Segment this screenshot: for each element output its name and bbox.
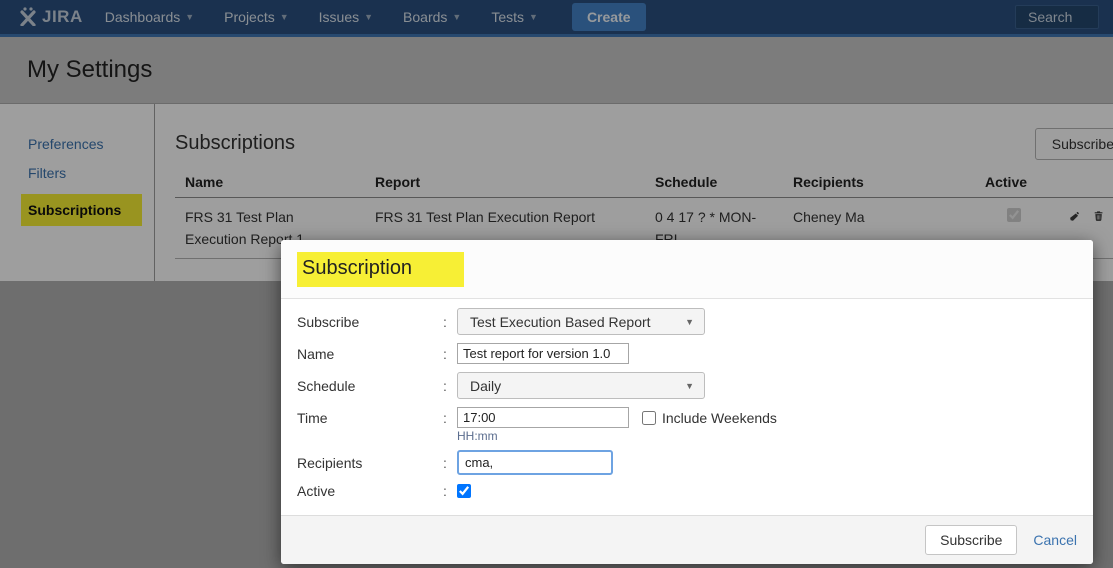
- active-checkbox[interactable]: [457, 484, 471, 498]
- schedule-field-label: Schedule: [297, 378, 443, 394]
- include-weekends-option[interactable]: Include Weekends: [642, 410, 777, 426]
- app-root: JIRA Dashboards ▼ Projects ▼ Issues ▼ Bo…: [0, 0, 1113, 568]
- chevron-down-icon: ▼: [685, 317, 694, 327]
- label-colon: :: [443, 455, 457, 471]
- chevron-down-icon: ▼: [685, 381, 694, 391]
- name-field-label: Name: [297, 346, 443, 362]
- label-colon: :: [443, 314, 457, 330]
- dialog-footer: Subscribe Cancel: [281, 515, 1093, 564]
- time-field-label: Time: [297, 410, 443, 426]
- recipients-input[interactable]: [457, 450, 613, 475]
- field-row-schedule: Schedule : Daily ▼: [297, 372, 1077, 399]
- recipients-field-label: Recipients: [297, 455, 443, 471]
- dialog-header: Subscription: [281, 240, 1093, 299]
- field-row-active: Active :: [297, 483, 1077, 499]
- label-colon: :: [443, 483, 457, 499]
- subscription-dialog: Subscription Subscribe : Test Execution …: [281, 240, 1093, 564]
- schedule-select[interactable]: Daily ▼: [457, 372, 705, 399]
- field-row-recipients: Recipients :: [297, 450, 1077, 475]
- include-weekends-label: Include Weekends: [662, 410, 777, 426]
- label-colon: :: [443, 346, 457, 362]
- dialog-title: Subscription: [297, 252, 464, 287]
- label-colon: :: [443, 410, 457, 426]
- report-type-selected-value: Test Execution Based Report: [470, 314, 651, 330]
- time-input[interactable]: [457, 407, 629, 428]
- dialog-body: Subscribe : Test Execution Based Report …: [281, 299, 1093, 515]
- field-row-time: Time : Include Weekends: [297, 407, 1077, 428]
- field-row-subscribe: Subscribe : Test Execution Based Report …: [297, 308, 1077, 335]
- name-input[interactable]: [457, 343, 629, 364]
- subscribe-field-label: Subscribe: [297, 314, 443, 330]
- label-colon: :: [443, 378, 457, 394]
- schedule-selected-value: Daily: [470, 378, 501, 394]
- include-weekends-checkbox[interactable]: [642, 411, 656, 425]
- field-row-name: Name :: [297, 343, 1077, 364]
- active-field-label: Active: [297, 483, 443, 499]
- report-type-select[interactable]: Test Execution Based Report ▼: [457, 308, 705, 335]
- time-format-hint: HH:mm: [457, 429, 1077, 443]
- dialog-subscribe-button[interactable]: Subscribe: [925, 525, 1017, 555]
- dialog-cancel-link[interactable]: Cancel: [1033, 532, 1077, 548]
